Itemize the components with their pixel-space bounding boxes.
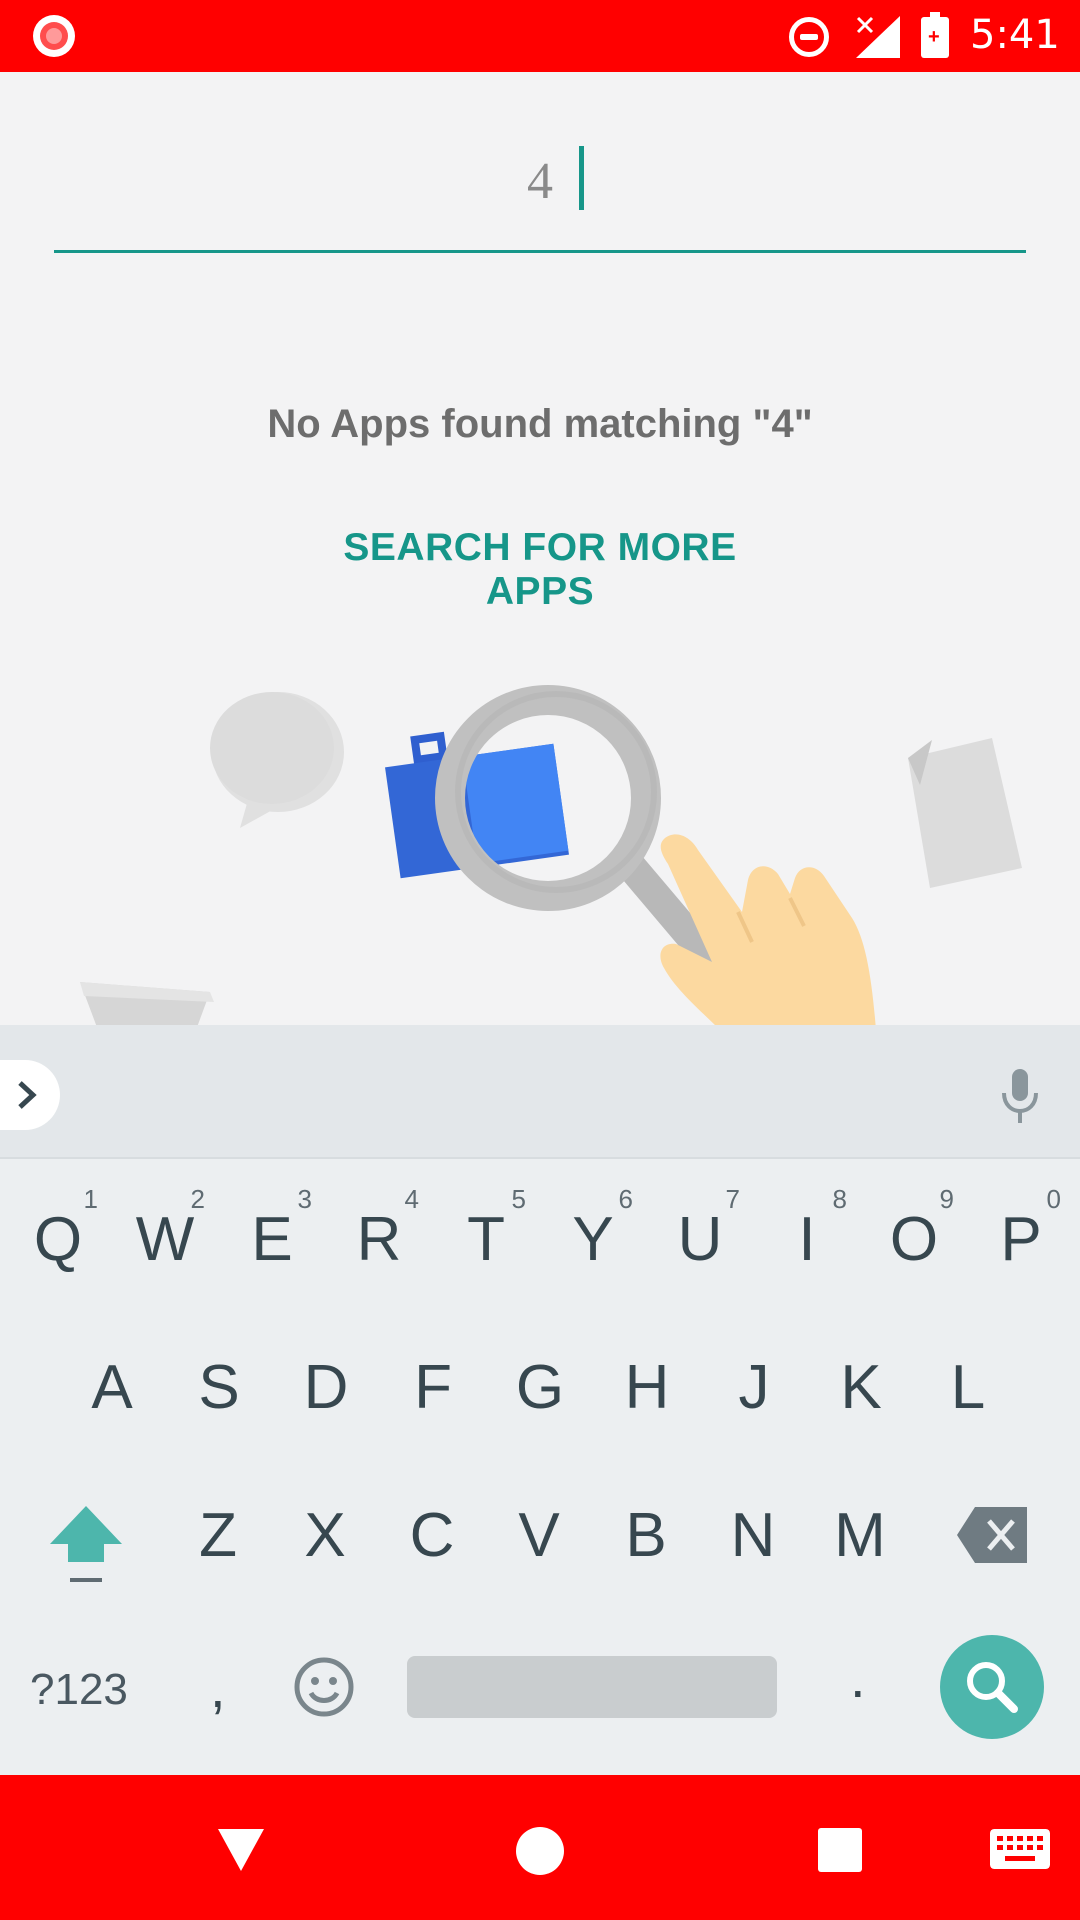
key-label: P xyxy=(1000,1205,1042,1274)
key-label: B xyxy=(625,1501,667,1570)
key-label: F xyxy=(414,1353,452,1422)
key-label: Q xyxy=(33,1205,83,1274)
key-label: D xyxy=(303,1353,349,1422)
key-label: R xyxy=(356,1205,402,1274)
key-x[interactable]: X xyxy=(275,1476,375,1596)
key-t[interactable]: T5 xyxy=(436,1180,536,1300)
empty-search-illustration xyxy=(80,685,1022,1030)
key-label: L xyxy=(950,1353,986,1422)
speech-bubble-icon xyxy=(210,692,344,828)
home-button[interactable] xyxy=(516,1827,564,1875)
key-label: T xyxy=(467,1205,505,1274)
key-hint: 6 xyxy=(618,1184,633,1214)
key-label: J xyxy=(738,1353,770,1422)
backspace-key[interactable] xyxy=(955,1505,1031,1567)
key-h[interactable]: H xyxy=(597,1328,697,1448)
key-label: K xyxy=(840,1353,882,1422)
key-hint: 0 xyxy=(1046,1184,1061,1214)
key-hint: 8 xyxy=(832,1184,847,1214)
search-icon xyxy=(967,1662,1018,1713)
back-button[interactable] xyxy=(216,1827,266,1873)
key-label: Y xyxy=(572,1205,614,1274)
key-label: O xyxy=(889,1205,939,1274)
expand-toolbar-button[interactable] xyxy=(0,1060,60,1130)
key-s[interactable]: S xyxy=(169,1328,269,1448)
key-k[interactable]: K xyxy=(811,1328,911,1448)
key-label: H xyxy=(624,1353,670,1422)
key-w[interactable]: W2 xyxy=(115,1180,215,1300)
key-hint: 1 xyxy=(83,1184,98,1214)
key-label: E xyxy=(251,1205,293,1274)
suggestion-strip xyxy=(0,1025,1080,1159)
key-label: A xyxy=(91,1353,133,1422)
period-key[interactable]: . xyxy=(850,1645,866,1710)
key-v[interactable]: V xyxy=(489,1476,589,1596)
key-b[interactable]: B xyxy=(596,1476,696,1596)
microphone-icon[interactable] xyxy=(996,1067,1044,1127)
symbols-key[interactable]: ?123 xyxy=(30,1665,128,1715)
key-hint: 9 xyxy=(939,1184,954,1214)
key-n[interactable]: N xyxy=(703,1476,803,1596)
key-g[interactable]: G xyxy=(490,1328,590,1448)
key-r[interactable]: R4 xyxy=(329,1180,429,1300)
key-e[interactable]: E3 xyxy=(222,1180,322,1300)
key-q[interactable]: Q1 xyxy=(8,1180,108,1300)
key-label: V xyxy=(518,1501,560,1570)
search-more-apps-button[interactable]: SEARCH FOR MORE APPS xyxy=(290,526,790,614)
key-hint: 2 xyxy=(190,1184,205,1214)
key-c[interactable]: C xyxy=(382,1476,482,1596)
search-query-text[interactable]: 4 xyxy=(54,152,1026,211)
key-label: M xyxy=(834,1501,886,1570)
status-time: 5:41 xyxy=(970,12,1060,58)
status-bar: + 5:41 xyxy=(0,0,1080,72)
key-i[interactable]: I8 xyxy=(757,1180,857,1300)
key-m[interactable]: M xyxy=(810,1476,910,1596)
emoji-key[interactable] xyxy=(292,1655,356,1719)
key-label: W xyxy=(135,1205,195,1274)
text-cursor xyxy=(579,146,584,210)
navigation-bar xyxy=(0,1775,1080,1920)
key-label: I xyxy=(798,1205,816,1274)
keyboard-switch-icon[interactable] xyxy=(990,1829,1050,1869)
key-u[interactable]: U7 xyxy=(650,1180,750,1300)
key-z[interactable]: Z xyxy=(168,1476,268,1596)
key-l[interactable]: L xyxy=(918,1328,1018,1448)
recents-button[interactable] xyxy=(818,1828,862,1872)
key-label: Z xyxy=(199,1501,237,1570)
key-o[interactable]: O9 xyxy=(864,1180,964,1300)
document-icon xyxy=(908,738,1022,888)
book-icon xyxy=(80,982,214,1030)
search-underline xyxy=(54,250,1026,253)
key-d[interactable]: D xyxy=(276,1328,376,1448)
key-a[interactable]: A xyxy=(62,1328,162,1448)
key-label: G xyxy=(515,1353,565,1422)
shift-key[interactable] xyxy=(46,1500,126,1600)
key-y[interactable]: Y6 xyxy=(543,1180,643,1300)
chevron-right-icon xyxy=(18,1081,37,1109)
key-hint: 7 xyxy=(725,1184,740,1214)
signal-icon xyxy=(856,16,900,58)
on-screen-keyboard: ?123 , . Q1W2E3R4T5Y6U7I8O9P0ASDFGHJKLZX… xyxy=(0,1025,1080,1775)
screen-record-icon xyxy=(33,15,75,57)
key-label: N xyxy=(730,1501,776,1570)
comma-key[interactable]: , xyxy=(210,1655,226,1720)
battery-charging-icon: + xyxy=(921,12,949,58)
key-hint: 4 xyxy=(404,1184,419,1214)
key-label: C xyxy=(409,1501,455,1570)
space-bar[interactable] xyxy=(407,1656,777,1718)
key-hint: 3 xyxy=(297,1184,312,1214)
key-label: U xyxy=(677,1205,723,1274)
key-label: X xyxy=(304,1501,346,1570)
key-label: S xyxy=(198,1353,240,1422)
key-hint: 5 xyxy=(511,1184,526,1214)
key-p[interactable]: P0 xyxy=(971,1180,1071,1300)
search-action-key[interactable] xyxy=(940,1635,1044,1739)
app-search-input[interactable]: 4 xyxy=(54,130,1026,254)
do-not-disturb-icon xyxy=(789,17,829,57)
key-f[interactable]: F xyxy=(383,1328,483,1448)
key-j[interactable]: J xyxy=(704,1328,804,1448)
no-results-message: No Apps found matching "4" xyxy=(267,402,813,446)
